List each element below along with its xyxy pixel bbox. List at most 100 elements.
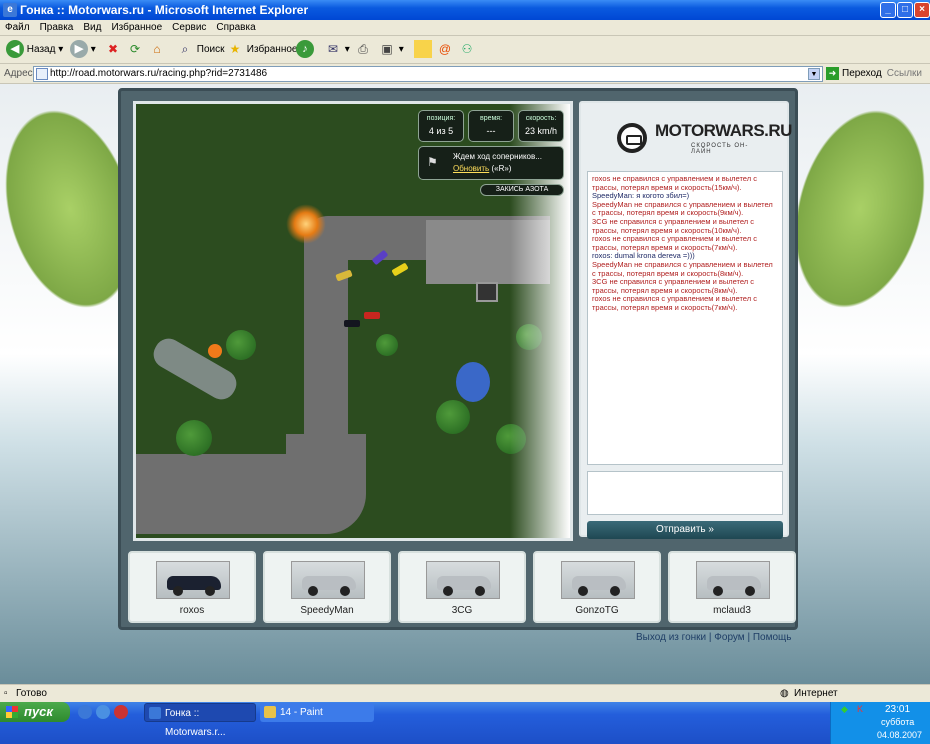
window-title: Гонка :: Motorwars.ru - Microsoft Intern… xyxy=(20,3,309,17)
player-card[interactable]: mclaud3 xyxy=(668,551,796,623)
task-paint[interactable]: 14 - Paint xyxy=(260,703,374,722)
refresh-icon: ⟳ xyxy=(129,42,141,57)
player-card[interactable]: roxos xyxy=(128,551,256,623)
stop-icon: ✖ xyxy=(107,42,119,57)
opponent-car xyxy=(391,262,409,277)
menu-help[interactable]: Справка xyxy=(211,20,260,36)
send-button[interactable]: Отправить » xyxy=(587,521,783,539)
task-browser[interactable]: Гонка :: Motorwars.r... xyxy=(144,703,256,738)
outlook-quicklaunch-icon[interactable] xyxy=(96,705,110,719)
car-wheel xyxy=(745,586,755,596)
menu-file[interactable]: Файл xyxy=(0,20,35,36)
close-button[interactable]: × xyxy=(914,2,930,18)
forum-link[interactable]: Форум xyxy=(714,632,744,643)
search-button[interactable]: ⌕ Поиск xyxy=(176,40,225,60)
start-label: пуск xyxy=(24,704,53,719)
help-link[interactable]: Помощь xyxy=(753,632,792,643)
toolbar: ◀ Назад ▾ ▶ ▾ ✖ ⟳ ⌂ ⌕ Поиск ★ Избранное … xyxy=(0,36,930,64)
status-text: Готово xyxy=(16,688,47,699)
car-wheel xyxy=(308,586,318,596)
minimize-button[interactable]: _ xyxy=(880,2,896,18)
notes-button[interactable] xyxy=(414,40,432,60)
clock-time[interactable]: 23:01 xyxy=(885,704,910,715)
player-card[interactable]: GonzoTG xyxy=(533,551,661,623)
home-button[interactable]: ⌂ xyxy=(148,40,166,60)
logo-name: MOTORWARS.RU xyxy=(655,121,792,140)
windows-logo-icon xyxy=(6,706,18,718)
road-segment xyxy=(136,454,366,534)
security-zone: Интернет xyxy=(794,688,838,699)
mail-icon: ✉ xyxy=(327,42,339,57)
favorites-button[interactable]: ★ Избранное xyxy=(226,40,298,60)
car-wheel xyxy=(443,586,453,596)
media-icon: ♪ xyxy=(296,40,314,59)
car-wheel xyxy=(610,586,620,596)
menu-tools[interactable]: Сервис xyxy=(167,20,211,36)
refresh-link[interactable]: Обновить xyxy=(453,164,489,173)
printer-icon: ⎙ xyxy=(358,42,368,57)
logo-mark-icon xyxy=(617,123,647,153)
nitro-button[interactable]: ЗАКИСЬ АЗОТА xyxy=(480,184,564,196)
star-icon: ★ xyxy=(229,42,241,57)
maximize-button[interactable]: □ xyxy=(897,2,913,18)
stop-button[interactable]: ✖ xyxy=(104,40,122,60)
position-label: позиция: xyxy=(426,115,456,122)
go-arrow-icon: ➜ xyxy=(826,67,839,80)
ie-icon: e xyxy=(3,3,17,17)
chat-log[interactable]: roxos не справился с управлением и вылет… xyxy=(587,171,783,465)
forward-button[interactable]: ▶ ▾ xyxy=(70,40,96,60)
status-page-icon: ▫ xyxy=(4,688,8,699)
player-card[interactable]: SpeedyMan xyxy=(263,551,391,623)
messenger-button[interactable]: @ xyxy=(436,40,454,60)
refresh-button[interactable]: ⟳ xyxy=(126,40,144,60)
paint-icon xyxy=(264,706,276,718)
menu-edit[interactable]: Правка xyxy=(35,20,79,36)
edit-button[interactable]: ▣ ▾ xyxy=(378,40,403,60)
car-image xyxy=(561,561,635,599)
player-list: roxos SpeedyMan 3CG GonzoTG mclaud3 xyxy=(128,551,796,623)
menu-view[interactable]: Вид xyxy=(78,20,106,36)
ie-icon xyxy=(149,707,161,719)
logo-tagline: СКОРОСТЬ ОН-ЛАЙН xyxy=(691,143,749,155)
page-icon xyxy=(36,68,48,80)
fire xyxy=(208,344,222,358)
car-image xyxy=(156,561,230,599)
player-name: mclaud3 xyxy=(713,605,751,616)
menu-bar: Файл Правка Вид Избранное Сервис Справка xyxy=(0,20,930,36)
tree xyxy=(436,400,470,434)
task-label: 14 - Paint xyxy=(280,707,323,718)
back-button[interactable]: ◀ Назад ▾ xyxy=(6,40,63,60)
flag-icon: ⚑ xyxy=(427,155,438,169)
chat-message: 3CG не справился с управлением и вылетел… xyxy=(592,277,755,295)
forward-arrow-icon: ▶ xyxy=(70,40,88,59)
speed-box: скорость: 23 km/h xyxy=(518,110,564,142)
player-name: roxos xyxy=(179,605,205,616)
address-dropdown-icon[interactable]: ▼ xyxy=(808,68,820,80)
chat-input[interactable] xyxy=(587,471,783,515)
edit-icon: ▣ xyxy=(381,42,393,57)
mail-button[interactable]: ✉ ▾ xyxy=(324,40,350,60)
player-card[interactable]: 3CG xyxy=(398,551,526,623)
menu-favorites[interactable]: Избранное xyxy=(106,20,167,36)
app-quicklaunch-icon[interactable] xyxy=(114,705,128,719)
contacts-button[interactable]: ⚇ xyxy=(458,40,476,60)
address-input[interactable]: http://road.motorwars.ru/racing.php?rid=… xyxy=(33,66,823,82)
note-icon xyxy=(414,40,432,59)
leave-race-link[interactable]: Выход из гонки xyxy=(636,632,706,643)
tree xyxy=(176,420,212,456)
waiting-box: ⚑ Ждем ход соперников... Обновить («R») xyxy=(418,146,564,180)
car-image xyxy=(426,561,500,599)
links-button[interactable]: Ссылки xyxy=(887,68,922,79)
car-wheel xyxy=(713,586,723,596)
system-tray: ◆ K 23:01 суббота 04.08.2007 xyxy=(830,702,930,744)
chat-message: 3CG не справился с управлением и вылетел… xyxy=(592,216,755,235)
car-image xyxy=(696,561,770,599)
go-button[interactable]: ➜ Переход xyxy=(826,67,882,80)
player-name: 3CG xyxy=(451,605,473,616)
ie-quicklaunch-icon[interactable] xyxy=(78,705,92,719)
media-button[interactable]: ♪ xyxy=(296,40,314,60)
opponent-car xyxy=(344,320,360,327)
print-button[interactable]: ⎙ xyxy=(354,40,372,60)
start-button[interactable]: пуск xyxy=(0,702,70,722)
player-name: SpeedyMan xyxy=(300,605,354,616)
